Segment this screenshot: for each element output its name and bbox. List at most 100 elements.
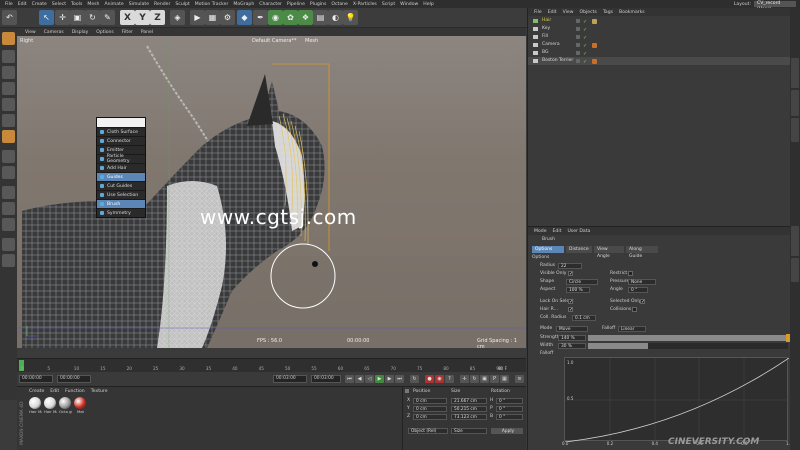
strength-field[interactable]: 140 % [558,335,586,341]
material-swatch[interactable]: Octa gl... [59,397,72,414]
rotation-field[interactable]: 0 ° [496,406,523,412]
camera-name[interactable]: Default Camera** [252,38,296,44]
rotate-icon[interactable]: ↻ [85,10,100,25]
position-field[interactable]: 0 cm [413,414,447,420]
scale-icon[interactable]: ▣ [70,10,85,25]
menu-item[interactable]: Motion Tracker [195,2,229,7]
object-row[interactable]: Camera ✓ [528,41,791,49]
viewport-menu-item[interactable]: Options [96,30,113,35]
start-time-field[interactable]: 00:00:00 [19,375,53,383]
deformer-icon[interactable]: ❖ [298,10,313,25]
rotation-field[interactable]: 0 ° [496,414,523,420]
goto-end-icon[interactable]: ⏭ [395,375,404,383]
side-tab-content-browser[interactable] [791,90,799,116]
side-tab-objects[interactable] [791,58,799,88]
cloner-icon[interactable]: ✿ [283,10,298,25]
prev-key-icon[interactable]: ◀ [355,375,364,383]
coll-radius-field[interactable]: 0.1 cm [572,315,596,321]
key-param-icon[interactable]: P [490,375,499,383]
selected-only-checkbox[interactable]: ✓ [640,299,645,305]
hair-menu-item[interactable]: Cut Guides [97,181,145,190]
goto-start-icon[interactable]: ⏮ [345,375,354,383]
width-slider[interactable] [588,343,788,349]
object-row[interactable]: Key ✓ [528,25,791,33]
tag-icon[interactable] [592,51,597,56]
hair-guides-icon[interactable] [2,238,15,251]
material-swatch[interactable]: Hair Ma [29,397,42,414]
polygons-mode-icon[interactable] [2,130,15,143]
move-icon[interactable]: ✛ [55,10,70,25]
subdivision-icon[interactable]: ◉ [268,10,283,25]
rotation-field[interactable]: 0 ° [496,398,523,404]
coord-mode-dropdown[interactable]: Object (Rel) [408,428,448,434]
menu-item[interactable]: Create [32,2,47,7]
hair-menu-item[interactable]: Emitter [97,145,145,154]
visibility-dots[interactable] [576,59,580,63]
hair-menu-item[interactable]: Use Selection [97,190,145,199]
camera-icon[interactable]: ◐ [328,10,343,25]
axis-mode-icon[interactable] [2,150,15,163]
loop-icon[interactable]: ↻ [410,375,419,383]
aspect-field[interactable]: 100 % [566,287,590,293]
material-swatch[interactable]: Hair Ma [44,397,57,414]
angle-field[interactable]: 0 ° [628,287,648,293]
attribute-menu-item[interactable]: Mode [534,229,547,234]
mode-dropdown[interactable]: Move [556,326,588,332]
material-swatch[interactable]: Mat [74,397,87,414]
restrict-checkbox[interactable] [628,271,633,276]
attribute-tab[interactable]: View Angle [594,246,624,259]
hair-menu-item[interactable]: Guides [97,172,145,181]
hair-menu-item[interactable]: Symmetry [97,208,145,217]
record-icon[interactable]: ● [425,375,434,383]
solo-icon[interactable] [2,218,15,231]
tag-icon[interactable] [592,43,597,48]
object-row[interactable]: Boston Terrier ✓ [528,57,791,65]
object-menu-item[interactable]: Edit [548,10,557,15]
texture-mode-icon[interactable] [2,66,15,79]
hair-points-icon[interactable] [2,254,15,267]
position-field[interactable]: 0 cm [413,406,447,412]
menu-item[interactable]: File [5,2,13,7]
attribute-tab[interactable]: Distance [566,246,592,253]
pressure-dropdown[interactable]: None [628,279,656,285]
material-menu-item[interactable]: Create [29,389,44,394]
timeline[interactable]: 90 F 0 5 10 15 20 25 30 35 40 45 50 55 60 65 70 75 80 85 9… [17,358,526,372]
menu-item[interactable]: Render [154,2,170,7]
menu-item[interactable]: Pipeline [287,2,305,7]
visibility-dots[interactable] [576,27,580,31]
attribute-menu-item[interactable]: Edit [553,229,562,234]
key-scale-icon[interactable]: ▣ [480,375,489,383]
key-rotation-icon[interactable]: ↻ [470,375,479,383]
object-menu-item[interactable]: Objects [580,10,597,15]
object-row[interactable]: BG ✓ [528,49,791,57]
viewport-menu-item[interactable]: Filter [122,30,133,35]
menu-item[interactable]: Tools [71,2,82,7]
material-menu-item[interactable]: Function [65,389,85,394]
visible-only-checkbox[interactable]: ✓ [568,271,573,277]
material-menu-item[interactable]: Edit [50,389,59,394]
light-icon[interactable]: 💡 [343,10,358,25]
size-field[interactable]: 50.215 cm [451,406,487,412]
collisions-checkbox[interactable] [632,307,637,312]
render-picture-icon[interactable]: ▦ [205,10,220,25]
menu-item[interactable]: Script [382,2,395,7]
viewport[interactable]: Right Default Camera** Mesh FPS : 56.0 0… [17,36,526,348]
object-menu-item[interactable]: Bookmarks [619,10,645,15]
width-field[interactable]: 30 % [558,343,586,349]
pen-icon[interactable]: ✒ [253,10,268,25]
falloff-dropdown[interactable]: Linear [618,326,646,332]
next-key-icon[interactable]: ▶ [385,375,394,383]
current-time-field[interactable]: 00:00:00 [57,375,91,383]
edges-mode-icon[interactable] [2,114,15,127]
make-editable-icon[interactable] [2,32,15,45]
shape-dropdown[interactable]: Circle [566,279,598,285]
side-tab-attributes[interactable] [791,226,799,256]
menu-item[interactable]: Edit [18,2,27,7]
scene-icon[interactable]: ▤ [313,10,328,25]
hair-menu-item[interactable]: Cloth Surface [97,127,145,136]
autokey-icon[interactable]: ◉ [435,375,444,383]
axis-y-button[interactable]: Y [135,10,150,25]
visibility-dots[interactable] [576,51,580,55]
axis-x-button[interactable]: X [120,10,135,25]
render-settings-icon[interactable]: ⚙ [220,10,235,25]
